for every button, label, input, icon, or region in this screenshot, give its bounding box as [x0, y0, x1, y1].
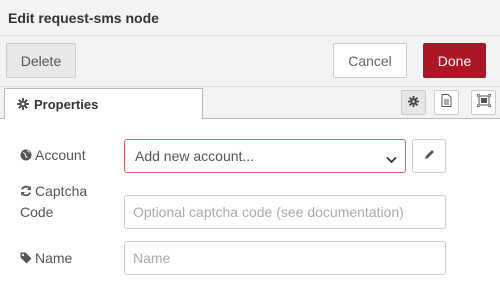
- account-select[interactable]: Add new account...: [124, 139, 406, 173]
- name-input[interactable]: [124, 241, 446, 275]
- captcha-label: Captcha Code: [20, 181, 87, 222]
- tab-properties-label: Properties: [34, 96, 99, 112]
- account-label-text: Account: [35, 147, 86, 163]
- account-label: Account: [20, 145, 86, 166]
- dialog-header: Edit request-sms node: [0, 0, 500, 36]
- dialog-toolbar: Delete Cancel Done: [0, 36, 500, 87]
- chevron-down-icon: [386, 151, 397, 167]
- tab-properties[interactable]: Properties: [4, 88, 203, 119]
- captcha-label-line1: Captcha: [35, 183, 88, 199]
- name-label-text: Name: [35, 250, 73, 266]
- tab-settings[interactable]: [401, 90, 426, 115]
- account-select-value: Add new account...: [135, 148, 255, 164]
- edit-account-button[interactable]: [412, 139, 446, 173]
- dialog-title: Edit request-sms node: [8, 10, 159, 26]
- pencil-icon: [424, 147, 435, 165]
- gear-icon: [17, 98, 29, 110]
- tab-description[interactable]: [434, 90, 459, 115]
- gear-icon: [408, 94, 419, 112]
- description-icon: [441, 93, 452, 112]
- appearance-icon: [475, 92, 492, 112]
- tab-bar: Properties: [0, 87, 500, 119]
- captcha-label-line2: Code: [20, 204, 54, 220]
- captcha-code-input[interactable]: [124, 195, 446, 229]
- refresh-icon: [20, 182, 32, 202]
- name-label: Name: [20, 248, 72, 269]
- done-button[interactable]: Done: [423, 43, 486, 78]
- globe-icon: [20, 146, 32, 166]
- cancel-button[interactable]: Cancel: [333, 43, 407, 78]
- delete-button[interactable]: Delete: [6, 43, 76, 78]
- tab-appearance[interactable]: [471, 90, 496, 115]
- tag-icon: [20, 249, 32, 269]
